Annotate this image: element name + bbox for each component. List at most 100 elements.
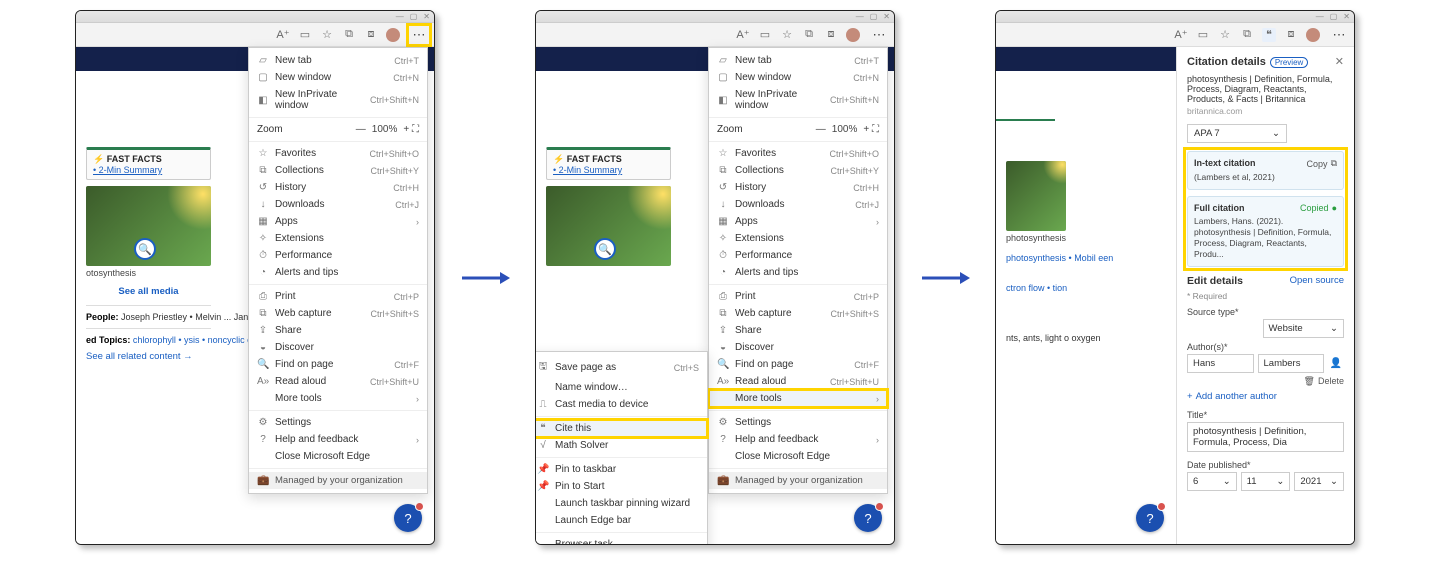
open-source-link[interactable]: Open source [1290, 275, 1344, 287]
settings-and-more-button[interactable]: ⋯ [1328, 25, 1350, 45]
menu-zoom[interactable]: Zoom— 100% + ⛶ [249, 121, 427, 138]
menu-extensions[interactable]: ✧Extensions [249, 230, 427, 247]
menu-favorites[interactable]: ☆FavoritesCtrl+Shift+O [709, 145, 887, 162]
menu-history[interactable]: ↺HistoryCtrl+H [249, 179, 427, 196]
extensions-icon[interactable]: ⧉ [802, 28, 816, 42]
submenu-cite-this[interactable]: ❝Cite this [535, 420, 707, 437]
menu-new-tab[interactable]: ▱New tabCtrl+T [249, 52, 427, 69]
menu-new-inprivate[interactable]: ◧New InPrivate windowCtrl+Shift+N [709, 86, 887, 114]
add-author-button[interactable]: + Add another author [1187, 391, 1344, 402]
favorites-icon[interactable]: ☆ [1218, 28, 1232, 42]
menu-help[interactable]: ?Help and feedback› [249, 431, 427, 448]
settings-and-more-button[interactable]: ⋯ [408, 25, 430, 45]
date-year-select[interactable]: 2021⌄ [1294, 472, 1344, 491]
menu-web-capture[interactable]: ⧉Web captureCtrl+Shift+S [249, 305, 427, 322]
collections-icon[interactable]: ▭ [298, 28, 312, 42]
menu-settings[interactable]: ⚙Settings [249, 414, 427, 431]
submenu-cast[interactable]: ⎍Cast media to device [535, 396, 707, 413]
menu-more-tools[interactable]: More tools› [709, 390, 887, 407]
submenu-save-page-as[interactable]: 🖫Save page asCtrl+S [535, 356, 707, 379]
menu-downloads[interactable]: ↓DownloadsCtrl+J [709, 196, 887, 213]
menu-alerts[interactable]: ◔Alerts and tips [709, 264, 887, 281]
cite-icon[interactable]: ❝ [1262, 28, 1276, 42]
submenu-launch-wizard[interactable]: Launch taskbar pinning wizard [535, 495, 707, 512]
menu-discover[interactable]: ◒Discover [249, 339, 427, 356]
collections-icon[interactable]: ▭ [1196, 28, 1210, 42]
menu-share[interactable]: ⇪Share [709, 322, 887, 339]
author-last-input[interactable]: Lambers [1258, 354, 1325, 373]
window-close[interactable]: ✕ [1343, 12, 1350, 21]
menu-collections[interactable]: ⧉CollectionsCtrl+Shift+Y [249, 162, 427, 179]
menu-zoom[interactable]: Zoom— 100% + ⛶ [709, 121, 887, 138]
collections-icon[interactable]: ▭ [758, 28, 772, 42]
collections2-icon[interactable]: ⧈ [1284, 28, 1298, 42]
menu-help[interactable]: ?Help and feedback› [709, 431, 887, 448]
date-month-select[interactable]: 6⌄ [1187, 472, 1237, 491]
menu-web-capture[interactable]: ⧉Web captureCtrl+Shift+S [709, 305, 887, 322]
title-input[interactable]: photosynthesis | Definition, Formula, Pr… [1187, 422, 1344, 452]
menu-find[interactable]: 🔍Find on pageCtrl+F [249, 356, 427, 373]
source-type-select[interactable]: Website⌄ [1263, 319, 1345, 338]
window-close[interactable]: ✕ [883, 12, 890, 21]
menu-apps[interactable]: ▦Apps› [249, 213, 427, 230]
close-citation-button[interactable]: ✕ [1335, 55, 1344, 68]
two-min-summary-link[interactable]: • 2-Min Summary [93, 165, 204, 175]
menu-collections[interactable]: ⧉CollectionsCtrl+Shift+Y [709, 162, 887, 179]
person-icon[interactable]: 👤 [1328, 358, 1344, 369]
help-fab[interactable]: ? [1136, 504, 1164, 532]
favorites-icon[interactable]: ☆ [780, 28, 794, 42]
menu-new-window[interactable]: ▢New windowCtrl+N [709, 69, 887, 86]
menu-read-aloud[interactable]: A»Read aloudCtrl+Shift+U [709, 373, 887, 390]
menu-downloads[interactable]: ↓DownloadsCtrl+J [249, 196, 427, 213]
menu-read-aloud[interactable]: A»Read aloudCtrl+Shift+U [249, 373, 427, 390]
submenu-math-solver[interactable]: √Math Solver [535, 437, 707, 454]
menu-more-tools[interactable]: More tools› [249, 390, 427, 407]
menu-close-edge[interactable]: Close Microsoft Edge [249, 448, 427, 465]
menu-new-inprivate[interactable]: ◧New InPrivate windowCtrl+Shift+N [249, 86, 427, 114]
menu-apps[interactable]: ▦Apps› [709, 213, 887, 230]
window-maximize[interactable]: ▢ [870, 12, 878, 21]
window-minimize[interactable]: — [396, 12, 404, 21]
magnify-icon[interactable]: 🔍 [134, 238, 156, 260]
menu-print[interactable]: ⎙PrintCtrl+P [709, 288, 887, 305]
favorites-icon[interactable]: ☆ [320, 28, 334, 42]
menu-performance[interactable]: ⏱Performance [249, 247, 427, 264]
profile-avatar[interactable] [846, 28, 860, 42]
menu-share[interactable]: ⇪Share [249, 322, 427, 339]
submenu-pin-start[interactable]: 📌Pin to Start [535, 478, 707, 495]
submenu-pin-taskbar[interactable]: 📌Pin to taskbar [535, 461, 707, 478]
see-all-media-link[interactable]: See all media [86, 286, 211, 297]
date-day-select[interactable]: 11⌄ [1241, 472, 1291, 491]
settings-and-more-button[interactable]: ⋯ [868, 25, 890, 45]
extensions-icon[interactable]: ⧉ [342, 28, 356, 42]
menu-print[interactable]: ⎙PrintCtrl+P [249, 288, 427, 305]
menu-new-tab[interactable]: ▱New tabCtrl+T [709, 52, 887, 69]
window-close[interactable]: ✕ [423, 12, 430, 21]
menu-alerts[interactable]: ◔Alerts and tips [249, 264, 427, 281]
submenu-task-manager[interactable]: Browser task managerShift+Esc [535, 536, 707, 545]
read-aloud-icon[interactable]: A⁺ [1174, 28, 1188, 42]
author-first-input[interactable]: Hans [1187, 354, 1254, 373]
menu-find[interactable]: 🔍Find on pageCtrl+F [709, 356, 887, 373]
profile-avatar[interactable] [386, 28, 400, 42]
citation-style-select[interactable]: APA 7⌄ [1187, 124, 1287, 143]
collections2-icon[interactable]: ⧈ [824, 28, 838, 42]
read-aloud-icon[interactable]: A⁺ [736, 28, 750, 42]
menu-new-window[interactable]: ▢New windowCtrl+N [249, 69, 427, 86]
menu-settings[interactable]: ⚙Settings [709, 414, 887, 431]
menu-performance[interactable]: ⏱Performance [709, 247, 887, 264]
window-minimize[interactable]: — [1316, 12, 1324, 21]
submenu-name-window[interactable]: Name window… [535, 379, 707, 396]
window-maximize[interactable]: ▢ [1330, 12, 1338, 21]
menu-favorites[interactable]: ☆FavoritesCtrl+Shift+O [249, 145, 427, 162]
submenu-launch-bar[interactable]: Launch Edge bar [535, 512, 707, 529]
trash-icon[interactable]: 🗑 [1304, 376, 1315, 387]
window-maximize[interactable]: ▢ [410, 12, 418, 21]
window-minimize[interactable]: — [856, 12, 864, 21]
delete-author-button[interactable]: Delete [1318, 376, 1344, 387]
help-fab[interactable]: ? [854, 504, 882, 532]
menu-discover[interactable]: ◒Discover [709, 339, 887, 356]
profile-avatar[interactable] [1306, 28, 1320, 42]
menu-close-edge[interactable]: Close Microsoft Edge [709, 448, 887, 465]
copy-intext-button[interactable]: Copy⧉ [1307, 158, 1337, 169]
